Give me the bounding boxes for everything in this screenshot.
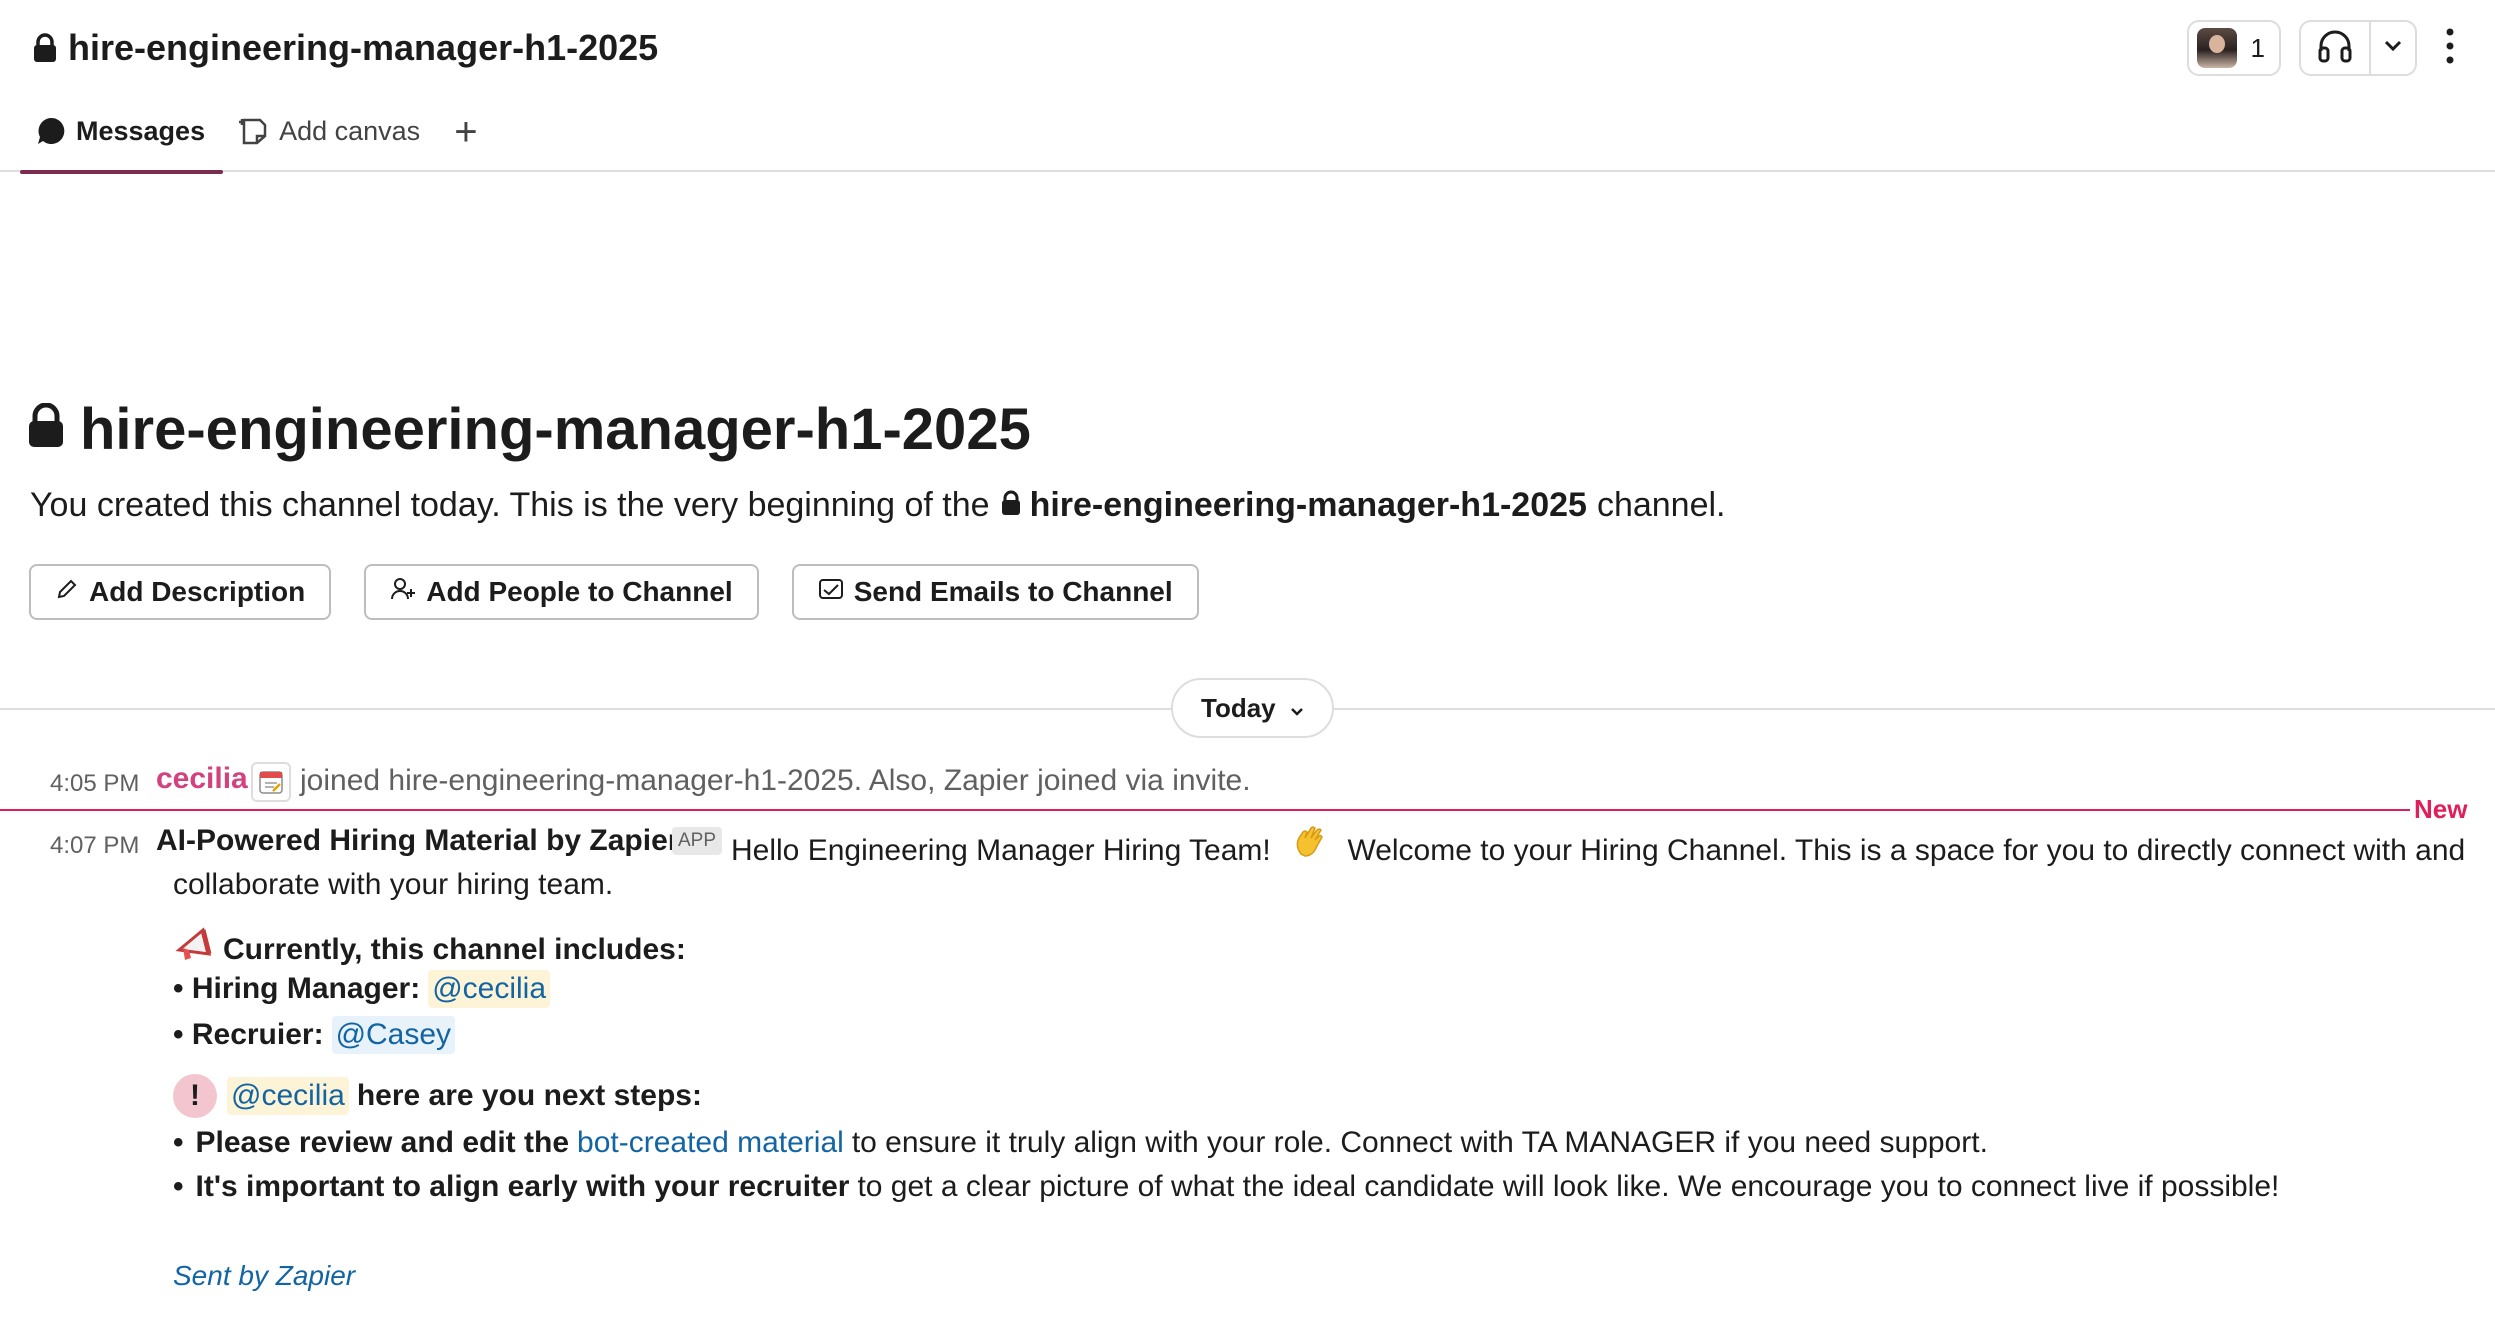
kebab-icon: [2446, 28, 2454, 69]
email-icon: [818, 576, 844, 608]
lock-icon: [1000, 486, 1022, 525]
exclamation-icon: !: [173, 1074, 217, 1118]
button-label: Add Description: [89, 576, 306, 607]
new-messages-label: New: [2414, 794, 2468, 824]
list-item: • Hiring Manager: @cecilia: [173, 970, 551, 1008]
header-actions: 1: [2186, 20, 2465, 76]
lock-icon: [26, 396, 66, 463]
intro-text-after: channel.: [1596, 486, 1726, 524]
message-timestamp[interactable]: 4:05 PM: [50, 770, 139, 798]
tab-label: Add canvas: [279, 116, 421, 146]
join-message: 4:05 PM cecilia joined hire-engineering-…: [0, 760, 2495, 804]
chevron-down-icon: [1290, 693, 1304, 724]
next-steps-heading: ! @cecilia here are you next steps:: [173, 1074, 702, 1118]
includes-heading: Currently, this channel includes:: [173, 924, 686, 976]
step-bold-text: Please review and edit the: [195, 1126, 570, 1159]
add-person-icon: [390, 576, 416, 608]
join-text: joined hire-engineering-manager-h1-2025.…: [300, 764, 1251, 797]
intro-text-before: You created this channel today. This is …: [30, 486, 990, 524]
user-mention[interactable]: @cecilia: [227, 1077, 349, 1115]
avatar: [2196, 28, 2237, 68]
bot-sender-name[interactable]: AI-Powered Hiring Material by Zapier: [156, 824, 679, 858]
next-steps-text: here are you next steps:: [356, 1079, 702, 1112]
jump-to-date-button[interactable]: Today: [1171, 678, 1334, 738]
intro-actions: Add Description Add People to Channel Se…: [29, 564, 1199, 620]
channel-title-text: hire-engineering-manager-h1-2025: [68, 27, 659, 68]
list-item: • Please review and edit the bot-created…: [173, 1126, 1988, 1160]
chevron-down-icon: [2384, 39, 2402, 57]
step-text: to ensure it truly align with your role.…: [851, 1126, 1988, 1159]
tab-label: Messages: [76, 116, 206, 146]
button-label: Add People to Channel: [426, 576, 733, 607]
add-description-button[interactable]: Add Description: [29, 564, 332, 620]
channel-intro-title: hire-engineering-manager-h1-2025: [26, 396, 1031, 463]
message-bubble-icon: [36, 116, 66, 153]
bullet: •: [173, 1126, 184, 1159]
intro-channel-link[interactable]: hire-engineering-manager-h1-2025: [1000, 486, 1587, 525]
message-line: collaborate with your hiring team.: [173, 868, 614, 901]
welcome-text: Welcome to your Hiring Channel. This is …: [1347, 834, 2466, 867]
message-line: Hello Engineering Manager Hiring Team! W…: [731, 824, 2465, 868]
step-bold-text: It's important to align early with your …: [195, 1170, 850, 1203]
bot-material-link[interactable]: bot-created material: [577, 1126, 844, 1160]
tab-add-canvas[interactable]: Add canvas: [223, 104, 438, 172]
send-emails-button[interactable]: Send Emails to Channel: [791, 564, 1199, 620]
channel-header: hire-engineering-manager-h1-2025 1 Messa…: [0, 0, 2495, 174]
channel-title[interactable]: hire-engineering-manager-h1-2025: [32, 22, 658, 74]
list-item: • It's important to align early with you…: [173, 1170, 2279, 1204]
megaphone-icon: [173, 924, 217, 976]
pencil-icon: [55, 576, 79, 608]
sent-by-link[interactable]: Sent by Zapier: [173, 1260, 355, 1292]
headphones-icon: [2317, 29, 2353, 68]
greeting-text: Hello Engineering Manager Hiring Team!: [731, 834, 1271, 867]
channel-intro-text: You created this channel today. This is …: [30, 486, 1726, 525]
user-name[interactable]: cecilia: [156, 762, 248, 796]
members-button[interactable]: 1: [2186, 20, 2281, 76]
member-count: 1: [2250, 32, 2265, 63]
message-timestamp[interactable]: 4:07 PM: [50, 832, 139, 860]
recruiter-label: • Recruier:: [173, 1018, 324, 1051]
app-badge: APP: [672, 827, 723, 855]
day-label: Today: [1201, 692, 1276, 723]
add-people-button[interactable]: Add People to Channel: [364, 564, 759, 620]
list-item: • Recruier: @Casey: [173, 1016, 456, 1054]
lock-icon: [32, 33, 58, 63]
button-label: Send Emails to Channel: [853, 576, 1173, 607]
intro-channel-name: hire-engineering-manager-h1-2025: [1029, 486, 1587, 524]
user-mention[interactable]: @Casey: [331, 1016, 456, 1054]
canvas-icon: [239, 116, 269, 153]
plus-icon: +: [454, 110, 478, 154]
user-mention[interactable]: @cecilia: [428, 970, 551, 1008]
waving-hand-icon: [1291, 824, 1327, 868]
channel-tabs: Messages Add canvas +: [20, 104, 494, 174]
more-options-button[interactable]: [2435, 20, 2465, 76]
huddle-button-group: [2299, 20, 2417, 76]
intro-title-text: hire-engineering-manager-h1-2025: [80, 397, 1031, 462]
hiring-manager-label: • Hiring Manager:: [173, 972, 421, 1005]
add-tab-button[interactable]: +: [438, 104, 493, 172]
tab-messages[interactable]: Messages: [20, 104, 224, 174]
huddle-options-button[interactable]: [2371, 22, 2415, 74]
new-messages-divider: [0, 809, 2410, 811]
bullet: •: [173, 1170, 184, 1203]
step-text: to get a clear picture of what the ideal…: [857, 1170, 2280, 1203]
calendar-icon: [251, 762, 291, 802]
includes-heading-text: Currently, this channel includes:: [223, 933, 686, 966]
huddle-button[interactable]: [2301, 22, 2371, 74]
